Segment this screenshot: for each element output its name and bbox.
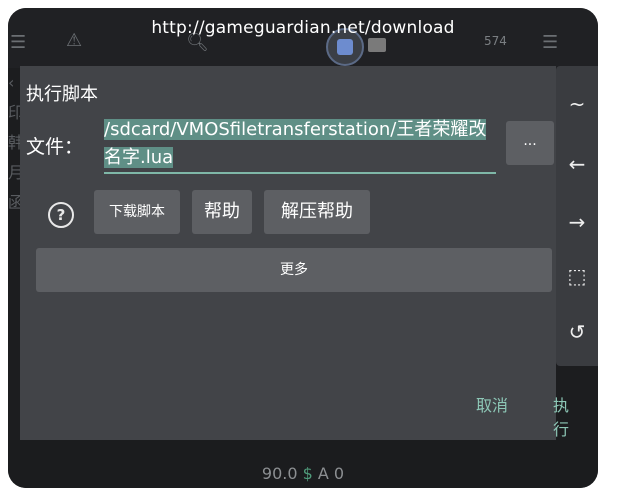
tilde-icon[interactable]: ~ [556, 92, 598, 116]
side-toolbar: ~ ← → ⬚ ↺ [556, 66, 598, 366]
browse-button[interactable]: ... [506, 121, 554, 165]
top-toolbar: ☰ ⚠ 🔍︎ 574 ☰ http://gameguardian.net/dow… [8, 8, 598, 68]
file-path-text: /sdcard/VMOSfiletransferstation/王者荣耀改名字.… [104, 119, 487, 168]
bottom-suffix: A 0 [317, 464, 345, 483]
download-script-button[interactable]: 下载脚本 [94, 190, 180, 234]
file-label: 文件： [26, 136, 84, 158]
cancel-button[interactable]: 取消 [476, 392, 508, 416]
help-icon[interactable]: ? [48, 202, 74, 228]
file-path-input[interactable]: /sdcard/VMOSfiletransferstation/王者荣耀改名字.… [104, 116, 496, 174]
bottom-status: 90.0 $ A 0 [8, 464, 598, 483]
execute-script-dialog: 执行脚本 文件： /sdcard/VMOSfiletransferstation… [20, 66, 569, 440]
watermark-url: http://gameguardian.net/download [151, 18, 455, 38]
select-area-icon[interactable]: ⬚ [556, 264, 598, 288]
bottom-value: 90.0 [261, 464, 298, 483]
device-screen: ☰ ⚠ 🔍︎ 574 ☰ http://gameguardian.net/dow… [8, 8, 598, 488]
currency-symbol: $ [302, 464, 313, 483]
unzip-help-button[interactable]: 解压帮助 [264, 190, 370, 234]
run-button[interactable]: 执行 [553, 392, 569, 440]
arrow-right-icon[interactable]: → [556, 210, 598, 234]
history-icon[interactable]: ↺ [556, 320, 598, 344]
bottom-bar: 90.0 $ A 0 [8, 440, 598, 488]
dialog-title: 执行脚本 [26, 84, 98, 105]
more-button[interactable]: 更多 [36, 248, 552, 292]
arrow-left-icon[interactable]: ← [556, 152, 598, 176]
help-button[interactable]: 帮助 [192, 190, 252, 234]
camera-icon[interactable] [368, 38, 386, 52]
